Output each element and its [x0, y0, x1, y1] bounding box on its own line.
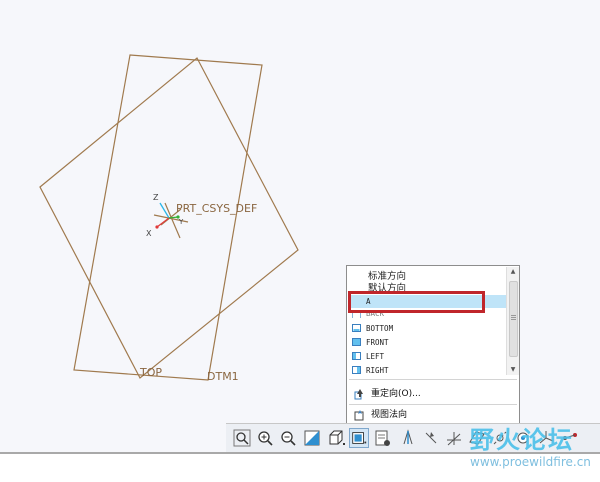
datum-display-icon: [403, 429, 413, 445]
menu-separator: [349, 404, 517, 405]
view-normal-label: 视图法向: [371, 410, 408, 420]
orientation-item-front[interactable]: FRONT: [348, 336, 506, 349]
view-manager-icon: [375, 430, 390, 446]
y-axis-label: Y: [178, 218, 184, 226]
orientation-item-label: BOTTOM: [366, 324, 394, 333]
repaint-icon: [304, 430, 320, 446]
orientation-item-label: LEFT: [366, 352, 385, 361]
zoom-to-fit-icon: [233, 429, 251, 447]
plane-dtm1-label[interactable]: DTM1: [207, 370, 239, 383]
saved-orientations-button[interactable]: [349, 428, 369, 448]
spin-center-button[interactable]: [444, 428, 464, 448]
z-axis-label: Z: [153, 193, 159, 202]
orientation-item-label: FRONT: [366, 338, 389, 347]
csys-icon[interactable]: Z X Y: [146, 193, 189, 239]
scroll-up-icon[interactable]: ▲: [507, 267, 519, 277]
orientation-item-label: 默认方向: [368, 283, 407, 291]
orientation-list-scrollbar[interactable]: ▲ ▼: [506, 267, 519, 375]
view-manager-button[interactable]: [373, 428, 393, 448]
right-view-icon: [352, 366, 361, 374]
reorient-icon: [354, 389, 363, 400]
menu-separator: [349, 379, 517, 380]
saved-orientations-menu[interactable]: 标准方向 默认方向 A BACK BOTTOM FRONT LEFT RIGHT: [346, 265, 520, 425]
zoom-out-button[interactable]: [278, 428, 298, 448]
orientation-item-label: RIGHT: [366, 366, 389, 375]
annotation-display-icon: [425, 432, 437, 444]
orientation-item-right[interactable]: RIGHT: [348, 364, 506, 377]
spin-center-icon: [447, 432, 461, 446]
saved-orientations-icon: [352, 432, 367, 444]
view-normal-icon: [354, 410, 364, 421]
display-style-icon: [329, 430, 345, 445]
reorient-label: 重定向(O)...: [371, 389, 421, 399]
scrollbar-thumb[interactable]: [509, 281, 518, 357]
zoom-in-icon: [258, 431, 273, 446]
orientation-item-left[interactable]: LEFT: [348, 350, 506, 363]
watermark-url: www.proewildfire.cn: [470, 455, 591, 469]
annotation-display-button[interactable]: [421, 428, 441, 448]
csys-label[interactable]: PRT_CSYS_DEF: [176, 202, 257, 215]
zoom-out-icon: [281, 431, 296, 446]
orientation-list[interactable]: 标准方向 默认方向 A BACK BOTTOM FRONT LEFT RIGHT: [348, 267, 506, 377]
display-style-button[interactable]: [326, 428, 346, 448]
x-axis-label: X: [146, 229, 152, 238]
scroll-down-icon[interactable]: ▼: [507, 365, 519, 375]
zoom-to-fit-button[interactable]: [232, 428, 252, 448]
orientation-item-default[interactable]: 默认方向: [348, 282, 506, 291]
orientation-item-bottom[interactable]: BOTTOM: [348, 322, 506, 335]
zoom-in-button[interactable]: [255, 428, 275, 448]
reorient-menu-item[interactable]: 重定向(O)...: [351, 386, 511, 402]
plane-top-label[interactable]: TOP: [139, 366, 162, 379]
bottom-view-icon: [352, 324, 361, 332]
left-view-icon: [352, 352, 361, 360]
callout-highlight-box: [348, 291, 485, 313]
datum-display-button[interactable]: [398, 428, 418, 448]
repaint-button[interactable]: [302, 428, 322, 448]
watermark-site-name: 野火论坛: [470, 426, 574, 454]
front-view-icon: [352, 338, 361, 346]
